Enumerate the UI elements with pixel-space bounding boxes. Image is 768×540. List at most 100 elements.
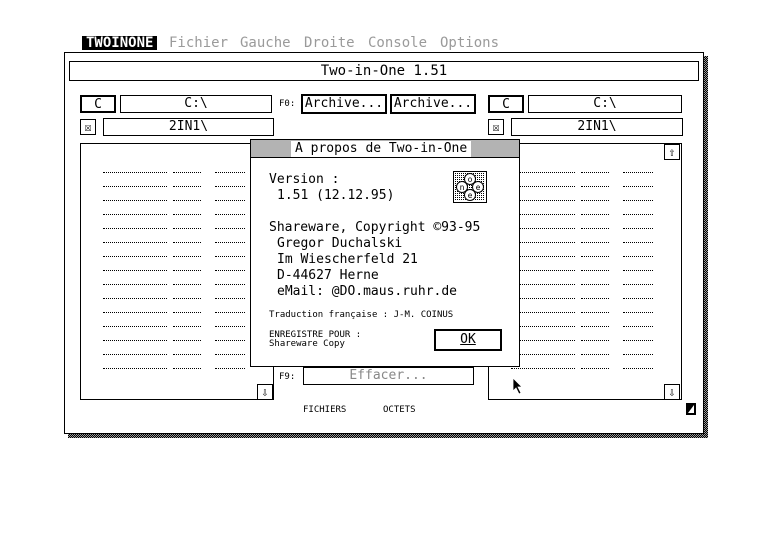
file-list-placeholder-line bbox=[215, 284, 245, 286]
file-list-placeholder-line bbox=[623, 172, 653, 174]
version-value: 1.51 (12.12.95) bbox=[277, 188, 395, 203]
file-list-placeholder-line bbox=[581, 242, 609, 244]
file-list-placeholder-line bbox=[511, 340, 575, 342]
file-list-placeholder-line bbox=[511, 200, 575, 202]
file-list-placeholder-line bbox=[511, 270, 575, 272]
file-list-placeholder-line bbox=[581, 186, 609, 188]
file-list-placeholder-line bbox=[623, 340, 653, 342]
file-list-placeholder-line bbox=[173, 214, 201, 216]
file-list-placeholder-line bbox=[215, 298, 245, 300]
left-scroll-down-icon[interactable]: ⇩ bbox=[257, 384, 273, 400]
delete-button[interactable]: Effacer... bbox=[303, 367, 474, 385]
file-list-placeholder-line bbox=[173, 326, 201, 328]
left-close-icon[interactable]: ☒ bbox=[80, 119, 96, 135]
file-list-placeholder-line bbox=[623, 312, 653, 314]
file-list-placeholder-line bbox=[623, 242, 653, 244]
file-list-placeholder-line bbox=[511, 354, 575, 356]
file-list-placeholder-line bbox=[623, 256, 653, 258]
resize-handle-icon bbox=[688, 405, 694, 413]
file-list-placeholder-line bbox=[623, 270, 653, 272]
file-list-placeholder-line bbox=[173, 270, 201, 272]
file-list-placeholder-line bbox=[581, 256, 609, 258]
file-list-placeholder-line bbox=[173, 256, 201, 258]
file-list-placeholder-line bbox=[581, 214, 609, 216]
archive-right-button[interactable]: Archive... bbox=[390, 94, 476, 114]
file-list-placeholder-line bbox=[173, 340, 201, 342]
window-title[interactable]: Two-in-One 1.51 bbox=[69, 61, 699, 81]
file-list-placeholder-line bbox=[173, 242, 201, 244]
file-list-placeholder-line bbox=[173, 354, 201, 356]
file-list-placeholder-line bbox=[173, 228, 201, 230]
file-list-placeholder-line bbox=[511, 172, 575, 174]
file-list-placeholder-line bbox=[511, 186, 575, 188]
file-list-placeholder-line bbox=[215, 172, 245, 174]
right-path-label: C:\ bbox=[591, 96, 619, 111]
file-list-placeholder-line bbox=[103, 354, 167, 356]
resize-handle[interactable] bbox=[686, 403, 696, 415]
left-path-label: C:\ bbox=[182, 96, 210, 111]
archive-left-button[interactable]: Archive... bbox=[301, 94, 387, 114]
f0-label: F0: bbox=[279, 99, 296, 109]
file-list-placeholder-line bbox=[173, 368, 201, 370]
file-list-placeholder-line bbox=[215, 256, 245, 258]
left-drive-button[interactable]: C bbox=[80, 95, 116, 113]
version-label: Version : bbox=[269, 172, 340, 187]
svg-text:e: e bbox=[468, 191, 473, 200]
file-list-placeholder-line bbox=[581, 284, 609, 286]
file-list-placeholder-line bbox=[103, 172, 167, 174]
right-drive-button[interactable]: C bbox=[488, 95, 524, 113]
right-scroll-down-icon[interactable]: ⇩ bbox=[664, 384, 680, 400]
file-list-placeholder-line bbox=[511, 298, 575, 300]
left-folder-button[interactable]: 2IN1\ bbox=[103, 118, 274, 136]
file-list-placeholder-line bbox=[103, 256, 167, 258]
mouse-pointer-icon bbox=[512, 377, 524, 395]
dialog-title-bar[interactable]: A propos de Two-in-One bbox=[251, 140, 519, 158]
file-list-placeholder-line bbox=[215, 270, 245, 272]
file-list-placeholder-line bbox=[215, 326, 245, 328]
files-label: FICHIERS bbox=[303, 405, 347, 415]
file-list-placeholder-line bbox=[103, 284, 167, 286]
file-list-placeholder-line bbox=[103, 214, 167, 216]
menu-app-twoinone[interactable]: TWOINONE bbox=[82, 36, 158, 50]
menu-fichier[interactable]: Fichier bbox=[169, 36, 228, 50]
copyright-text: Shareware, Copyright ©93-95 bbox=[269, 220, 481, 235]
file-list-placeholder-line bbox=[623, 368, 653, 370]
menu-options[interactable]: Options bbox=[440, 36, 499, 50]
menu-console[interactable]: Console bbox=[368, 36, 427, 50]
menu-gauche[interactable]: Gauche bbox=[240, 36, 291, 50]
two-in-one-logo-icon: o n e e bbox=[453, 171, 487, 203]
file-list-placeholder-line bbox=[215, 354, 245, 356]
file-list-placeholder-line bbox=[173, 298, 201, 300]
email-text: eMail: @DO.maus.ruhr.de bbox=[277, 284, 458, 299]
file-list-placeholder-line bbox=[215, 186, 245, 188]
file-list-placeholder-line bbox=[581, 326, 609, 328]
ok-button[interactable]: OK bbox=[434, 329, 502, 351]
file-list-placeholder-line bbox=[215, 312, 245, 314]
file-list-placeholder-line bbox=[511, 214, 575, 216]
file-list-placeholder-line bbox=[103, 228, 167, 230]
file-list-placeholder-line bbox=[581, 298, 609, 300]
right-path-field[interactable]: C:\ bbox=[528, 95, 682, 113]
file-list-placeholder-line bbox=[511, 326, 575, 328]
about-dialog: A propos de Two-in-One Version : 1.51 (1… bbox=[250, 139, 520, 367]
file-list-placeholder-line bbox=[623, 228, 653, 230]
file-list-placeholder-line bbox=[581, 200, 609, 202]
file-list-placeholder-line bbox=[103, 368, 167, 370]
file-list-placeholder-line bbox=[623, 326, 653, 328]
file-list-placeholder-line bbox=[581, 312, 609, 314]
translation-text: Traduction française : J-M. COINUS bbox=[269, 310, 454, 320]
file-list-placeholder-line bbox=[511, 242, 575, 244]
file-list-placeholder-line bbox=[623, 298, 653, 300]
file-list-placeholder-line bbox=[173, 312, 201, 314]
file-list-placeholder-line bbox=[581, 340, 609, 342]
file-list-placeholder-line bbox=[103, 270, 167, 272]
left-path-field[interactable]: C:\ bbox=[120, 95, 272, 113]
logo-svg: o n e e bbox=[453, 171, 487, 203]
right-scroll-up-icon[interactable]: ⇧ bbox=[664, 144, 680, 160]
right-folder-button[interactable]: 2IN1\ bbox=[511, 118, 683, 136]
left-file-list[interactable] bbox=[80, 143, 274, 400]
file-list-placeholder-line bbox=[581, 270, 609, 272]
menu-droite[interactable]: Droite bbox=[304, 36, 355, 50]
right-close-icon[interactable]: ☒ bbox=[488, 119, 504, 135]
file-list-placeholder-line bbox=[215, 200, 245, 202]
